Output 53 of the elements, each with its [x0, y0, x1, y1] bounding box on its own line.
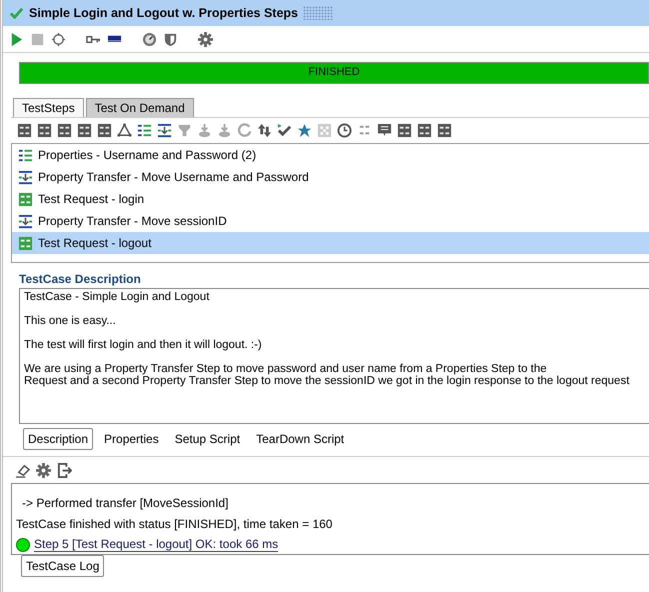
- section-heading: TestCase Description: [18, 271, 142, 288]
- test-step-item[interactable]: Property Transfer - Move Username and Password: [12, 166, 649, 188]
- test-step-item[interactable]: Property Transfer - Move sessionID: [12, 210, 649, 232]
- shield-icon[interactable]: [163, 32, 178, 46]
- test-step-item[interactable]: Properties - Username and Password (2): [12, 144, 649, 166]
- comment-icon[interactable]: [377, 123, 392, 138]
- transfer-icon[interactable]: [157, 123, 172, 138]
- transfer-icon: [18, 170, 33, 184]
- settings-icon[interactable]: [198, 32, 213, 46]
- description-paragraph: The test will first login and then it will logout. :-): [24, 339, 263, 351]
- window-title: Simple Login and Logout w. Properties Steps: [29, 6, 298, 20]
- test-step-item[interactable]: Test Request - logout: [12, 232, 649, 254]
- triangle-nodes-icon[interactable]: [117, 123, 132, 138]
- tab[interactable]: Test On Demand: [86, 98, 194, 117]
- title-bar-grip: [303, 6, 334, 20]
- settings-icon[interactable]: [36, 462, 51, 478]
- square-tile-icon[interactable]: [97, 123, 112, 138]
- tab[interactable]: TestSteps: [13, 98, 84, 117]
- star-icon[interactable]: [297, 123, 312, 138]
- crosshair-icon[interactable]: [51, 32, 66, 46]
- log-line: -> Performed transfer [MoveSessionId]: [22, 496, 228, 510]
- description-paragraph: TestCase - Simple Login and Logout: [24, 291, 210, 303]
- eraser-icon[interactable]: [15, 462, 30, 478]
- run-icon[interactable]: [9, 32, 24, 46]
- log-link[interactable]: Step 5 [Test Request - logout] OK: took 66 ms: [34, 537, 278, 552]
- list-icon[interactable]: [137, 123, 152, 138]
- square-tile-icon[interactable]: [37, 123, 52, 138]
- square-tile-icon[interactable]: [437, 123, 452, 138]
- test-step-item[interactable]: Test Request - login: [12, 188, 649, 210]
- exit-icon[interactable]: [57, 462, 72, 478]
- square-tile-icon[interactable]: [397, 123, 412, 138]
- description-paragraph: We are using a Property Transfer Step to move password and user name from a Properties Step to the: [24, 363, 548, 375]
- checkmark-icon[interactable]: [277, 123, 292, 138]
- square-tile-icon[interactable]: [17, 123, 32, 138]
- description-paragraph: This one is easy...: [24, 315, 117, 327]
- up-down-arrows-icon[interactable]: [257, 123, 272, 138]
- square-tile-icon: [18, 192, 33, 206]
- square-tile-icon[interactable]: [417, 123, 432, 138]
- progress-label: FINISHED: [307, 66, 361, 78]
- description-text-area[interactable]: [19, 288, 649, 424]
- description-paragraph: Request and a second Property Transfer Step to move the sessionID we got in the login response to the logout request: [24, 375, 630, 387]
- status-dot: [16, 538, 30, 552]
- clock-icon[interactable]: [337, 123, 352, 138]
- square-tile-icon[interactable]: [57, 123, 72, 138]
- tab[interactable]: Description: [23, 428, 94, 450]
- square-tile-icon: [18, 236, 33, 250]
- square-tile-icon[interactable]: [77, 123, 92, 138]
- gauge-icon[interactable]: [142, 32, 157, 46]
- log-line: TestCase finished with status [FINISHED], time taken = 160: [16, 516, 332, 530]
- list-icon: [18, 148, 33, 162]
- tab[interactable]: TestCase Log: [21, 555, 104, 577]
- dot-grid-icon[interactable]: [317, 123, 332, 138]
- transfer-icon: [18, 214, 33, 228]
